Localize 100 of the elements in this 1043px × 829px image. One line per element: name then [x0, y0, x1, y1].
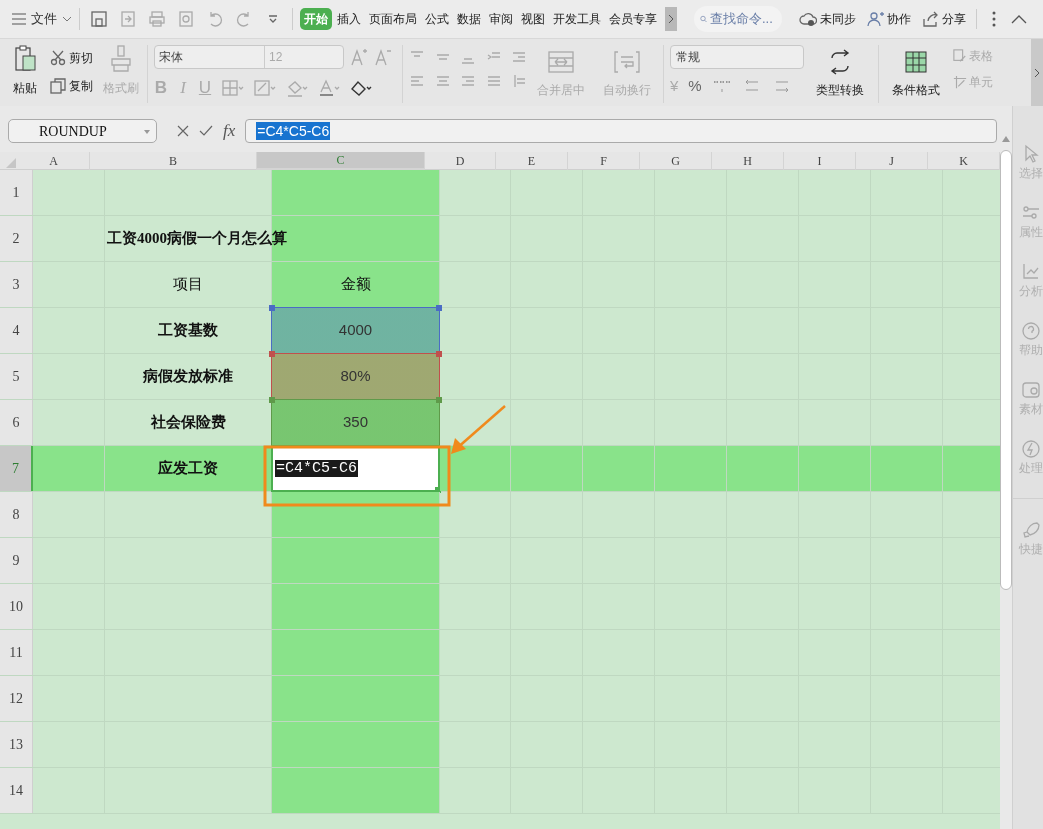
row-header[interactable]: 13 — [0, 722, 33, 767]
resize-handle[interactable] — [269, 397, 275, 403]
resize-handle[interactable] — [436, 305, 442, 311]
export-icon[interactable] — [119, 10, 137, 28]
collapse-icon[interactable] — [1011, 14, 1027, 24]
align-icon[interactable] — [511, 49, 528, 65]
column-header[interactable]: J — [856, 152, 928, 170]
row-header[interactable]: 10 — [0, 584, 33, 629]
cloud-button[interactable]: 未同步 — [799, 10, 856, 28]
align-icon[interactable] — [511, 73, 528, 89]
cell-text: 工资基数 — [158, 320, 218, 341]
more-icon[interactable] — [991, 11, 997, 27]
scrollbar-thumb[interactable] — [1000, 150, 1012, 590]
row-header[interactable]: 12 — [0, 676, 33, 721]
function-button[interactable]: fx — [223, 118, 236, 144]
menu-tab[interactable]: 开发工具 — [550, 8, 604, 30]
reference-cell: 4000 — [271, 307, 440, 354]
menu-tab[interactable]: 审阅 — [486, 8, 516, 30]
column-header[interactable]: F — [568, 152, 640, 170]
dropdown-arrow-icon — [144, 130, 150, 134]
resize-handle[interactable] — [269, 351, 275, 357]
copy-icon — [50, 78, 66, 94]
row-header[interactable]: 4 — [0, 308, 33, 353]
table-grid-icon — [905, 51, 927, 73]
column-header[interactable]: E — [496, 152, 568, 170]
cloud-icon — [799, 10, 817, 28]
cell-text: 社会保险费 — [150, 412, 226, 433]
ribbon-scroll-button[interactable] — [1031, 39, 1043, 106]
cell-brush-icon — [953, 74, 967, 90]
arrow — [448, 404, 508, 456]
share-button[interactable]: 分享 — [921, 10, 966, 28]
row-header[interactable]: 1 — [0, 170, 33, 215]
row-header[interactable]: 6 — [0, 400, 33, 445]
increase-font-icon[interactable] — [350, 48, 368, 66]
row-header[interactable]: 14 — [0, 768, 33, 813]
select-all-icon[interactable] — [6, 158, 16, 168]
person-button[interactable]: 协作 — [866, 10, 911, 28]
font-color-icon[interactable] — [318, 78, 340, 97]
file-menu-button[interactable]: 文件 — [12, 9, 72, 29]
check-icon[interactable] — [199, 125, 213, 137]
fill-icon[interactable] — [254, 78, 276, 97]
menu-tab[interactable]: 插入 — [334, 8, 364, 30]
align-icon[interactable] — [434, 73, 451, 89]
name-box[interactable]: ROUNDUP — [8, 119, 157, 143]
print-icon[interactable] — [148, 10, 166, 28]
help-icon — [1021, 321, 1041, 341]
bolt-icon — [1021, 439, 1041, 459]
search-field[interactable]: 查找命令... — [694, 6, 782, 32]
image-icon — [1021, 380, 1041, 400]
row-header[interactable]: 11 — [0, 630, 33, 675]
chevron-right-icon[interactable] — [665, 7, 677, 31]
scissors-icon — [50, 50, 66, 66]
menu-tab[interactable]: 数据 — [454, 8, 484, 30]
cut-button[interactable]: 剪切 — [50, 47, 93, 69]
menu-tab[interactable]: 视图 — [518, 8, 548, 30]
cancel-icon[interactable] — [177, 125, 189, 137]
analyze-icon — [1021, 262, 1041, 282]
chevron-down-icon — [62, 16, 72, 22]
brush-icon — [110, 45, 132, 73]
copy-button[interactable]: 复制 — [50, 75, 93, 97]
align-icon[interactable] — [409, 73, 425, 89]
cell-text: 病假发放标准 — [143, 366, 233, 387]
add-person-icon — [866, 10, 884, 28]
align-icon[interactable] — [460, 73, 477, 89]
resize-handle[interactable] — [436, 351, 442, 357]
cell-editor[interactable]: =C4*C5-C6 — [271, 445, 440, 492]
cell-text: 金额 — [340, 274, 371, 295]
preview-icon[interactable] — [177, 10, 195, 28]
reference-cell: 350 — [271, 399, 440, 446]
row-header[interactable]: 5 — [0, 354, 33, 399]
save-icon[interactable] — [90, 10, 108, 28]
table-brush-icon — [953, 48, 967, 64]
scroll-up-icon[interactable] — [1002, 136, 1010, 142]
resize-handle[interactable] — [269, 305, 275, 311]
align-icon[interactable] — [485, 73, 502, 89]
rocket-icon — [1021, 520, 1041, 540]
conditional-format-button[interactable]: 条件格式 — [885, 45, 947, 99]
wrap-icon — [614, 49, 640, 75]
paste-button[interactable]: 粘贴 — [8, 45, 42, 97]
number-format-field[interactable]: 常规 — [670, 45, 804, 69]
row-header[interactable]: 8 — [0, 492, 33, 537]
row-header[interactable]: 2 — [0, 216, 33, 261]
column-header[interactable]: I — [784, 152, 856, 170]
reference-cell: 80% — [271, 353, 440, 400]
eraser-icon[interactable] — [350, 78, 372, 97]
menu-tab[interactable]: 页面布局 — [366, 8, 420, 30]
resize-handle[interactable] — [436, 397, 442, 403]
row-header[interactable]: 9 — [0, 538, 33, 583]
decrease-font-icon[interactable] — [374, 48, 392, 66]
borders-icon[interactable] — [222, 78, 244, 97]
clipboard-icon — [13, 45, 37, 73]
percent-button[interactable]: % — [688, 75, 702, 98]
menu-tab[interactable]: 公式 — [422, 8, 452, 30]
cell-text: 项目 — [173, 274, 203, 295]
type-convert-button[interactable]: 类型转换 — [808, 45, 872, 99]
menu-tab[interactable]: 会员专享 — [606, 8, 660, 30]
formula-input[interactable]: =C4*C5-C6 — [245, 119, 997, 143]
column-header[interactable]: H — [712, 152, 784, 170]
column-header[interactable]: G — [640, 152, 712, 170]
row-header[interactable]: 3 — [0, 262, 33, 307]
